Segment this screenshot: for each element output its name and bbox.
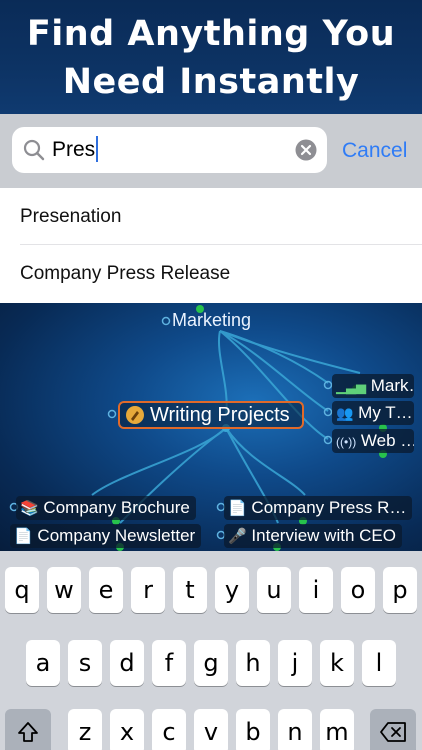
broadcast-icon: ((•)) xyxy=(336,435,357,449)
key-e[interactable]: e xyxy=(89,567,123,613)
search-icon xyxy=(23,139,45,161)
search-input[interactable]: Pres xyxy=(12,127,327,173)
backspace-key[interactable] xyxy=(370,709,416,750)
key-i[interactable]: i xyxy=(299,567,333,613)
key-a[interactable]: a xyxy=(26,640,60,686)
key-t[interactable]: t xyxy=(173,567,207,613)
key-k[interactable]: k xyxy=(320,640,354,686)
topic-interview-ceo[interactable]: 🎤 Interview with CEO xyxy=(224,524,402,548)
key-c[interactable]: c xyxy=(152,709,186,750)
key-n[interactable]: n xyxy=(278,709,312,750)
topic-company-newsletter[interactable]: 📄 Company Newsletter xyxy=(10,524,202,548)
pen-icon xyxy=(126,406,144,424)
search-result-item[interactable]: Company Press Release xyxy=(20,245,422,302)
key-p[interactable]: p xyxy=(383,567,417,613)
key-x[interactable]: x xyxy=(110,709,144,750)
text-caret xyxy=(96,135,99,162)
banner-line-2: Need Instantly xyxy=(62,62,360,102)
topic-right-2-label: My T… xyxy=(358,403,413,422)
search-results: Presenation Company Press Release xyxy=(0,188,422,303)
key-z[interactable]: z xyxy=(68,709,102,750)
chart-icon: ▁▃▅ xyxy=(336,379,366,394)
key-m[interactable]: m xyxy=(320,709,354,750)
topic-right-3[interactable]: ((•)) Web … xyxy=(332,429,414,453)
search-bar: Pres Cancel xyxy=(0,114,422,188)
key-b[interactable]: b xyxy=(236,709,270,750)
key-q[interactable]: q xyxy=(5,567,39,613)
central-topic[interactable]: Writing Projects xyxy=(118,401,304,429)
people-icon: 👥 xyxy=(336,405,354,421)
key-w[interactable]: w xyxy=(47,567,81,613)
shift-icon xyxy=(18,722,38,742)
key-d[interactable]: d xyxy=(110,640,144,686)
key-s[interactable]: s xyxy=(68,640,102,686)
search-result-item[interactable]: Presenation xyxy=(20,188,422,245)
search-query-wrap: Pres xyxy=(52,127,99,173)
key-g[interactable]: g xyxy=(194,640,228,686)
microphone-icon: 🎤 xyxy=(228,528,247,545)
key-l[interactable]: l xyxy=(362,640,396,686)
mind-map-canvas[interactable]: Marketing Writing Projects ▁▃▅ Mark… 👥 M… xyxy=(0,303,422,551)
topic-company-press-release-label: Company Press R… xyxy=(251,498,407,517)
onscreen-keyboard: q w e r t y u i o p a s d f g h j k l z … xyxy=(0,551,422,750)
banner-line-1: Find Anything You xyxy=(26,14,396,54)
key-v[interactable]: v xyxy=(194,709,228,750)
topic-company-newsletter-label: Company Newsletter xyxy=(37,526,196,545)
topic-company-brochure-label: Company Brochure xyxy=(43,498,190,517)
topic-right-1-label: Mark… xyxy=(370,376,414,395)
topic-right-3-label: Web … xyxy=(360,431,414,450)
promo-banner: Find Anything You Need Instantly xyxy=(0,0,422,114)
key-f[interactable]: f xyxy=(152,640,186,686)
topic-interview-ceo-label: Interview with CEO xyxy=(251,526,396,545)
topic-marketing[interactable]: Marketing xyxy=(172,310,251,331)
central-topic-label: Writing Projects xyxy=(150,404,290,426)
topic-right-2[interactable]: 👥 My T… xyxy=(332,401,414,425)
cancel-button[interactable]: Cancel xyxy=(342,114,407,188)
topic-company-brochure[interactable]: 📚 Company Brochure xyxy=(16,496,196,520)
shift-key[interactable] xyxy=(5,709,51,750)
clear-icon[interactable] xyxy=(295,139,317,161)
books-icon: 📚 xyxy=(20,500,39,517)
key-u[interactable]: u xyxy=(257,567,291,613)
search-query: Pres xyxy=(52,138,96,161)
key-r[interactable]: r xyxy=(131,567,165,613)
key-o[interactable]: o xyxy=(341,567,375,613)
backspace-icon xyxy=(380,722,406,742)
key-j[interactable]: j xyxy=(278,640,312,686)
document-icon: 📄 xyxy=(14,528,33,545)
key-h[interactable]: h xyxy=(236,640,270,686)
topic-company-press-release[interactable]: 📄 Company Press R… xyxy=(224,496,412,520)
topic-right-1[interactable]: ▁▃▅ Mark… xyxy=(332,374,414,398)
document-icon: 📄 xyxy=(228,500,247,517)
key-y[interactable]: y xyxy=(215,567,249,613)
